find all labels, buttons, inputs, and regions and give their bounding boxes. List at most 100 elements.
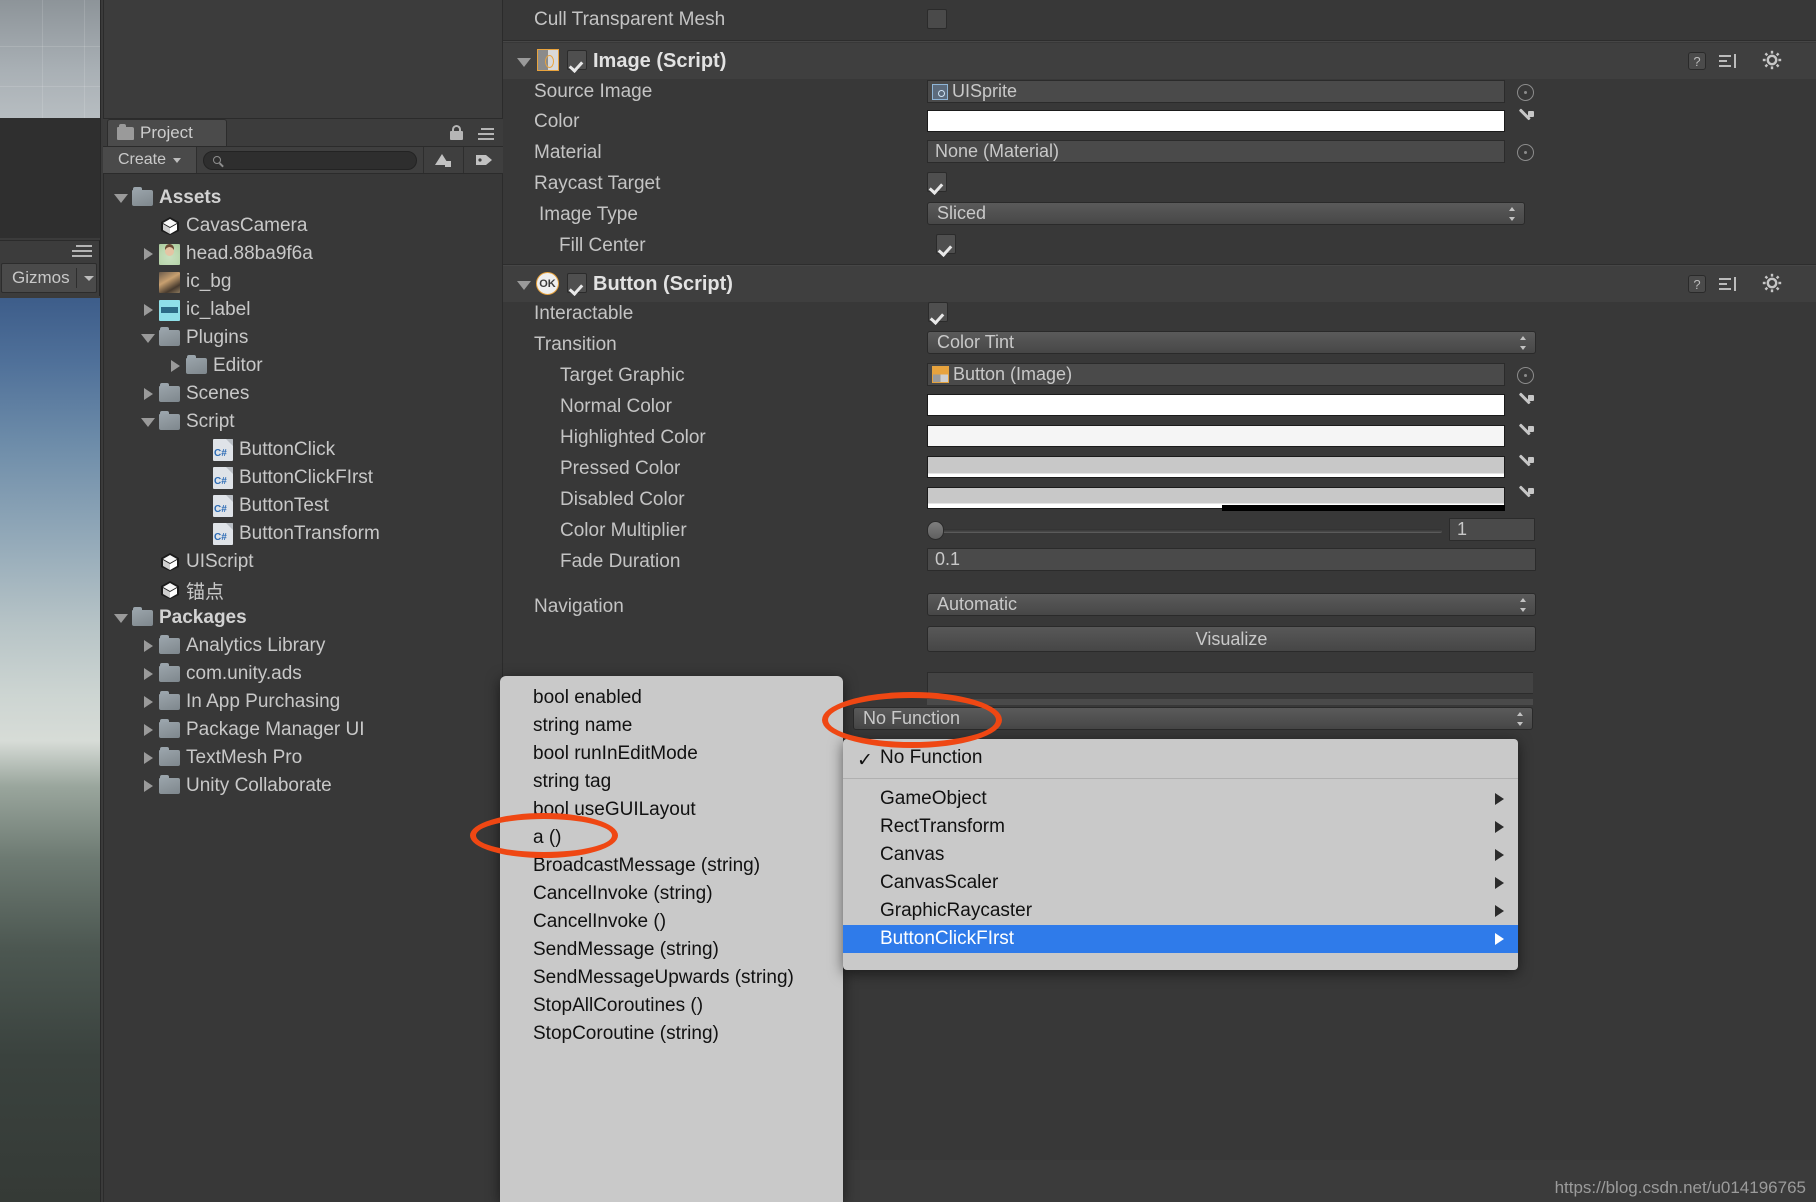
target-graphic-object-field[interactable]: Button (Image) bbox=[927, 363, 1505, 386]
project-tree-item[interactable]: Plugins bbox=[104, 324, 502, 352]
chevron-down-icon[interactable] bbox=[517, 278, 531, 292]
transition-dropdown[interactable]: Color Tint bbox=[927, 331, 1536, 354]
eyedropper-icon[interactable] bbox=[1515, 110, 1535, 132]
scene-overflow-menu-icon[interactable] bbox=[64, 245, 92, 259]
material-picker-button[interactable] bbox=[1517, 144, 1534, 161]
fill-center-checkbox[interactable] bbox=[936, 234, 956, 254]
project-tree-item[interactable]: CavasCamera bbox=[104, 212, 502, 240]
project-tree-item[interactable]: Scenes bbox=[104, 380, 502, 408]
function-popup-item[interactable]: Canvas bbox=[843, 841, 1518, 869]
material-object-field[interactable]: None (Material) bbox=[927, 140, 1505, 163]
chevron-right-icon[interactable] bbox=[141, 303, 155, 317]
project-tree-item[interactable]: ic_label bbox=[104, 296, 502, 324]
property-popup-item[interactable]: BroadcastMessage (string) bbox=[500, 852, 843, 880]
raycast-target-checkbox[interactable] bbox=[927, 172, 947, 192]
button-enabled-checkbox[interactable] bbox=[567, 273, 587, 293]
property-popup-item[interactable]: StopCoroutine (string) bbox=[500, 1020, 843, 1048]
image-enabled-checkbox[interactable] bbox=[567, 50, 587, 70]
property-method-popup[interactable]: bool enabled string name bool runInEditMod… bbox=[500, 676, 843, 1202]
property-popup-item[interactable]: SendMessage (string) bbox=[500, 936, 843, 964]
property-popup-item[interactable]: a () bbox=[500, 824, 843, 852]
project-tree-item[interactable]: Assets bbox=[104, 184, 502, 212]
project-tree-item[interactable]: C# ButtonClick bbox=[104, 436, 502, 464]
target-graphic-picker-button[interactable] bbox=[1517, 367, 1534, 384]
project-tree-item[interactable]: Unity Collaborate bbox=[104, 772, 502, 800]
color-multiplier-slider-knob[interactable] bbox=[927, 521, 944, 540]
search-input[interactable] bbox=[203, 150, 417, 170]
gear-icon[interactable] bbox=[1762, 273, 1784, 295]
project-tree-item[interactable]: head.88ba9f6a bbox=[104, 240, 502, 268]
function-popup-item-no-function[interactable]: ✓ No Function bbox=[843, 744, 1518, 772]
chevron-right-icon[interactable] bbox=[141, 387, 155, 401]
panel-options-menu-icon[interactable] bbox=[470, 128, 494, 140]
chevron-down-icon[interactable] bbox=[141, 331, 155, 345]
function-popup-item[interactable]: GraphicRaycaster bbox=[843, 897, 1518, 925]
project-tree-item[interactable]: Editor bbox=[104, 352, 502, 380]
chevron-right-icon[interactable] bbox=[168, 359, 182, 373]
project-tree-item[interactable]: Package Manager UI bbox=[104, 716, 502, 744]
project-tree-item[interactable]: 锚点 bbox=[104, 576, 502, 604]
chevron-right-icon[interactable] bbox=[141, 667, 155, 681]
chevron-right-icon[interactable] bbox=[141, 695, 155, 709]
chevron-right-icon[interactable] bbox=[141, 779, 155, 793]
chevron-right-icon[interactable] bbox=[141, 723, 155, 737]
image-color-swatch[interactable] bbox=[927, 110, 1505, 132]
source-image-object-field[interactable]: UISprite bbox=[927, 80, 1505, 103]
image-type-dropdown[interactable]: Sliced bbox=[927, 202, 1525, 225]
function-selection-popup[interactable]: ✓ No Function GameObject RectTransform Canva… bbox=[843, 739, 1518, 970]
project-tree-item[interactable]: In App Purchasing bbox=[104, 688, 502, 716]
chevron-down-icon[interactable] bbox=[114, 191, 128, 205]
preset-icon[interactable] bbox=[1718, 53, 1738, 69]
color-multiplier-slider-track[interactable] bbox=[927, 529, 1442, 533]
chevron-down-icon[interactable] bbox=[141, 415, 155, 429]
project-tree-item[interactable]: ic_bg bbox=[104, 268, 502, 296]
project-tree-item[interactable]: C# ButtonTransform bbox=[104, 520, 502, 548]
tab-project[interactable]: Project bbox=[107, 119, 227, 146]
cull-transparent-mesh-checkbox[interactable] bbox=[927, 9, 947, 29]
caret-down-icon[interactable] bbox=[83, 275, 94, 281]
favorite-filter-icon[interactable] bbox=[423, 147, 463, 173]
function-popup-item[interactable]: ButtonClickFIrst bbox=[843, 925, 1518, 953]
component-header-button[interactable]: OK Button (Script) ? bbox=[503, 266, 1816, 302]
property-popup-item[interactable]: SendMessageUpwards (string) bbox=[500, 964, 843, 992]
highlighted-color-swatch[interactable] bbox=[927, 425, 1505, 447]
property-popup-item[interactable]: CancelInvoke () bbox=[500, 908, 843, 936]
chevron-right-icon[interactable] bbox=[141, 639, 155, 653]
label-filter-icon[interactable] bbox=[463, 147, 503, 173]
project-tree-item[interactable]: TextMesh Pro bbox=[104, 744, 502, 772]
property-popup-item[interactable]: string tag bbox=[500, 768, 843, 796]
property-popup-item[interactable]: StopAllCoroutines () bbox=[500, 992, 843, 1020]
lock-icon[interactable] bbox=[450, 125, 463, 140]
normal-color-swatch[interactable] bbox=[927, 394, 1505, 416]
help-icon[interactable]: ? bbox=[1688, 275, 1706, 293]
fade-duration-input[interactable]: 0.1 bbox=[927, 548, 1536, 571]
function-popup-item[interactable]: GameObject bbox=[843, 785, 1518, 813]
project-tree-item[interactable]: com.unity.ads bbox=[104, 660, 502, 688]
eyedropper-icon[interactable] bbox=[1515, 487, 1535, 509]
eyedropper-icon[interactable] bbox=[1515, 394, 1535, 416]
project-asset-tree[interactable]: Assets CavasCamera head.88ba9f6a ic_bg ic_la… bbox=[103, 174, 503, 1202]
chevron-down-icon[interactable] bbox=[114, 611, 128, 625]
gizmos-button[interactable]: Gizmos bbox=[1, 263, 97, 293]
chevron-right-icon[interactable] bbox=[141, 751, 155, 765]
scene-view-panel[interactable]: Gizmos bbox=[0, 0, 119, 1202]
gear-icon[interactable] bbox=[1762, 50, 1784, 72]
project-tree-item[interactable]: C# ButtonClickFIrst bbox=[104, 464, 502, 492]
project-tree-item[interactable]: Analytics Library bbox=[104, 632, 502, 660]
preset-icon[interactable] bbox=[1718, 276, 1738, 292]
function-popup-item[interactable]: RectTransform bbox=[843, 813, 1518, 841]
component-header-image[interactable]: Image (Script) ? bbox=[503, 43, 1816, 79]
eyedropper-icon[interactable] bbox=[1515, 456, 1535, 478]
source-image-picker-button[interactable] bbox=[1517, 84, 1534, 101]
project-tree-item[interactable]: C# ButtonTest bbox=[104, 492, 502, 520]
property-popup-item[interactable]: bool runInEditMode bbox=[500, 740, 843, 768]
property-popup-item[interactable]: bool useGUILayout bbox=[500, 796, 843, 824]
property-popup-item[interactable]: bool enabled bbox=[500, 684, 843, 712]
eyedropper-icon[interactable] bbox=[1515, 425, 1535, 447]
create-button[interactable]: Create bbox=[103, 147, 197, 173]
project-tree-item[interactable]: UIScript bbox=[104, 548, 502, 576]
chevron-down-icon[interactable] bbox=[517, 55, 531, 69]
visualize-button[interactable]: Visualize bbox=[927, 626, 1536, 652]
help-icon[interactable]: ? bbox=[1688, 52, 1706, 70]
navigation-dropdown[interactable]: Automatic bbox=[927, 593, 1536, 616]
